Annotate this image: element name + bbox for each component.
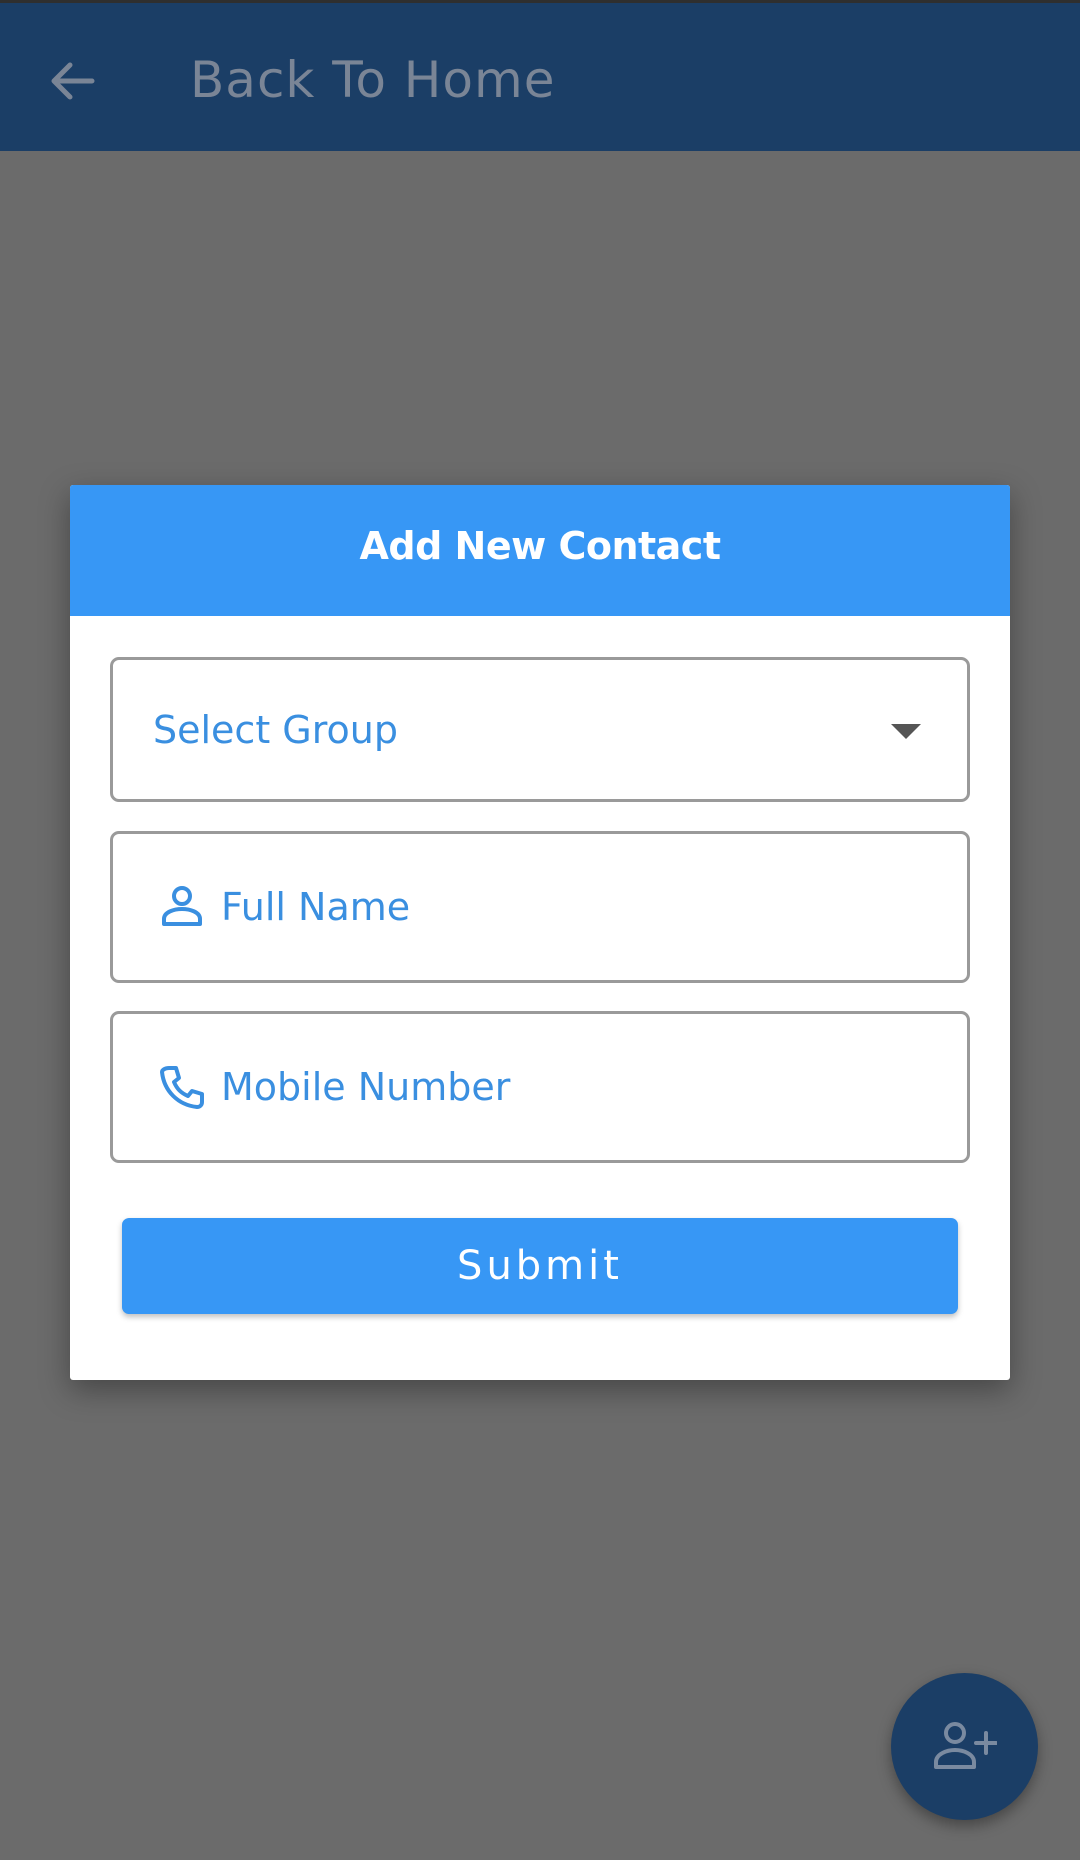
arrow-back-icon[interactable] bbox=[46, 55, 98, 107]
full-name-field[interactable]: Full Name bbox=[110, 831, 970, 983]
dialog-title: Add New Contact bbox=[359, 523, 722, 568]
dropdown-arrow-icon bbox=[891, 724, 921, 739]
top-app-bar: Back To Home bbox=[0, 0, 1080, 151]
select-group-value: Select Group bbox=[153, 707, 398, 752]
person-icon bbox=[162, 886, 202, 926]
mobile-number-field[interactable]: Mobile Number bbox=[110, 1011, 970, 1163]
dialog-header: Add New Contact bbox=[70, 485, 1010, 616]
add-contact-dialog: Add New Contact Select Group Full Name M… bbox=[70, 485, 1010, 1380]
submit-button[interactable]: Submit bbox=[122, 1218, 958, 1314]
phone-icon bbox=[160, 1066, 204, 1109]
back-to-home-title[interactable]: Back To Home bbox=[190, 45, 555, 115]
mobile-number-placeholder: Mobile Number bbox=[221, 1065, 511, 1109]
select-group-dropdown[interactable]: Select Group bbox=[110, 657, 970, 802]
submit-label: Submit bbox=[457, 1243, 623, 1289]
screen: Back To Home Add New Contact Select Grou… bbox=[0, 0, 1080, 1860]
add-contact-fab[interactable] bbox=[891, 1673, 1038, 1820]
full-name-placeholder: Full Name bbox=[221, 885, 411, 929]
add-person-icon bbox=[934, 1722, 997, 1769]
